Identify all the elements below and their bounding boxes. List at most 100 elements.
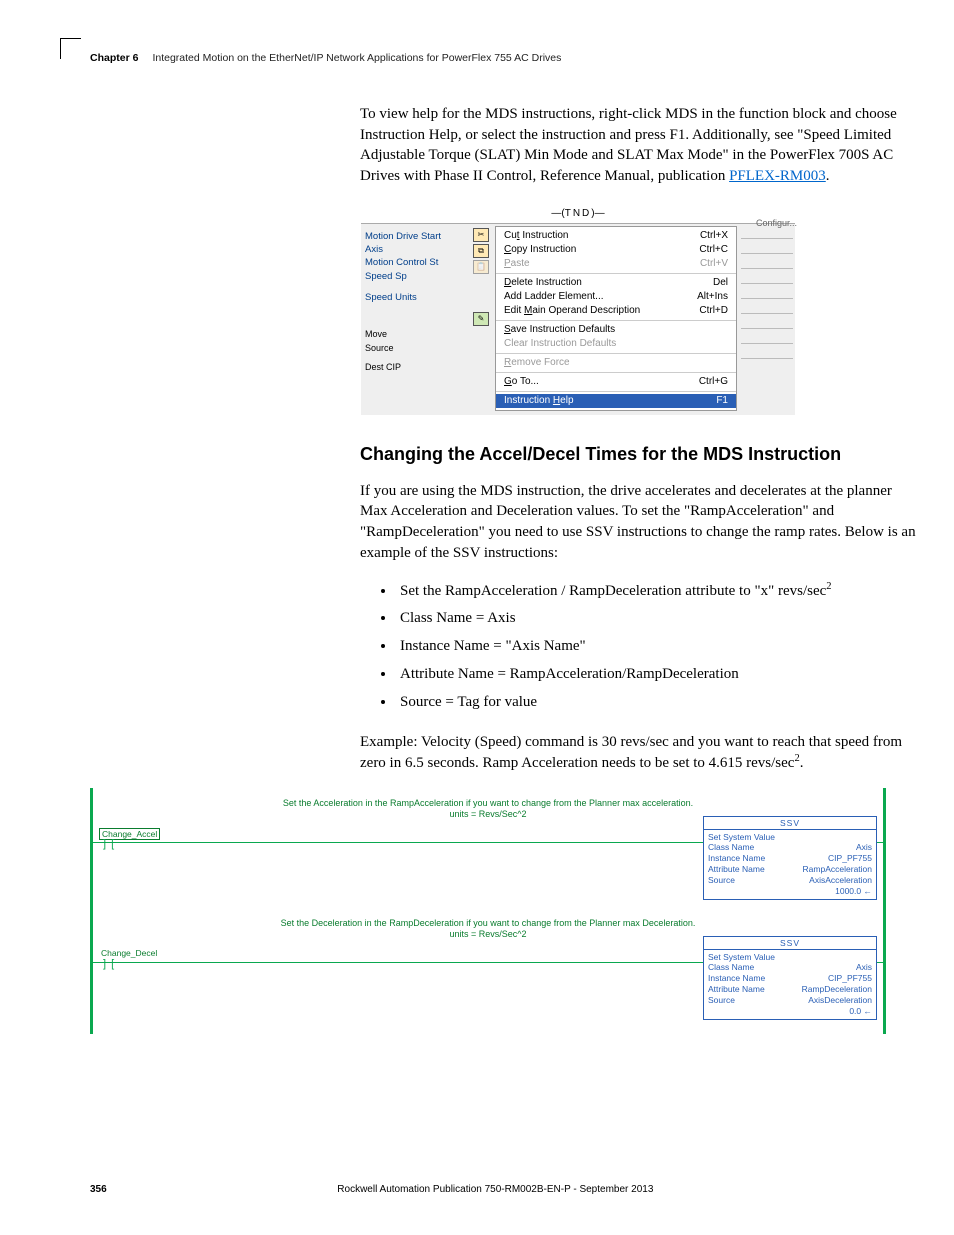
pflex-link[interactable]: PFLEX-RM003 (729, 168, 826, 184)
tnd-left-bracket: —( (551, 208, 564, 219)
ssv-value: CIP_PF755 (828, 853, 872, 864)
ssv-row: Source AxisAcceleration (708, 875, 872, 886)
ssv-row: Source AxisDeceleration (708, 995, 872, 1006)
ssv-value: 1000.0 ← (835, 886, 872, 897)
bullet-2: Class Name = Axis (396, 605, 920, 633)
menu-item[interactable]: Cut Instruction Ctrl+X (496, 229, 736, 243)
ladder-diagram: Set the Acceleration in the RampAccelera… (90, 788, 886, 1034)
menu-item[interactable]: Add Ladder Element... Alt+Ins (496, 290, 736, 304)
menu-item-shortcut: Alt+Ins (697, 291, 728, 302)
rung-decel: Set the Deceleration in the RampDecelera… (93, 912, 883, 1032)
bullet-5: Source = Tag for value (396, 689, 920, 717)
box-source: Source (365, 342, 467, 356)
para-3-pre: Example: Velocity (Speed) command is 30 … (360, 734, 902, 771)
menu-item-shortcut: Ctrl+X (700, 230, 728, 241)
ssv-key: Class Name (708, 842, 754, 853)
bullet-4: Attribute Name = RampAcceleration/RampDe… (396, 661, 920, 689)
bullet-3: Instance Name = "Axis Name" (396, 633, 920, 661)
menu-item-label: Delete Instruction (504, 277, 582, 288)
menu-item[interactable]: Copy InstructionCtrl+C (496, 243, 736, 257)
rung1-contact: ] [ (103, 838, 115, 850)
ssv-row: Attribute NameRampDeceleration (708, 984, 872, 995)
ssv-row: 0.0 ← (708, 1006, 872, 1017)
rung2-ssv-block: SSV Set System ValueClass NameAxisInstan… (703, 936, 877, 1020)
para-3: Example: Velocity (Speed) command is 30 … (360, 732, 920, 773)
menu-item-label: Instruction Help (504, 395, 574, 406)
mds-line-1: Motion Drive Start (365, 230, 467, 243)
section-heading: Changing the Accel/Decel Times for the M… (360, 444, 920, 465)
mds-line-4: Speed Sp (365, 270, 467, 283)
bullet-1-text: Set the RampAcceleration / RampDecelerat… (400, 583, 826, 599)
bullet-1-sup: 2 (826, 581, 831, 592)
menu-item-shortcut: Del (713, 277, 728, 288)
instruction-block-left: Motion Drive Start Axis Motion Control S… (361, 224, 471, 415)
menu-item-shortcut: Ctrl+V (700, 258, 728, 269)
ssv-subtitle: Set System Value (708, 952, 872, 962)
menu-item[interactable]: Delete Instruction Del (496, 276, 736, 290)
right-rails (739, 224, 795, 415)
ssv-value: RampDeceleration (802, 984, 872, 995)
ssv-key: Source (708, 995, 735, 1006)
menu-item-label: Paste (504, 258, 530, 269)
page-footer: 356 Rockwell Automation Publication 750-… (90, 1184, 884, 1195)
intro-post: . (826, 168, 830, 184)
mds-line-5: Speed Units (365, 291, 467, 304)
ssv-key: Instance Name (708, 973, 765, 984)
menu-item-label: Clear Instruction Defaults (504, 338, 616, 349)
menu-item-label: Copy Instruction (504, 244, 576, 255)
ssv-key: Source (708, 875, 735, 886)
menu-item-label: Edit Main Operand Description (504, 305, 640, 316)
ssv-row: Instance Name CIP_PF755 (708, 973, 872, 984)
ssv-subtitle: Set System Value (708, 832, 872, 842)
menu-item-shortcut: Ctrl+G (699, 376, 728, 387)
menu-item-label: Cut Instruction (504, 230, 569, 241)
menu-item[interactable]: Save Instruction Defaults (496, 323, 736, 337)
page-number: 356 (90, 1184, 107, 1195)
mds-line-3: Motion Control St (365, 256, 467, 269)
ssv-key: Class Name (708, 962, 754, 973)
rung1-ssv-title: SSV (704, 817, 876, 830)
paste-icon: 📋 (473, 260, 489, 274)
ssv-row: Instance Name CIP_PF755 (708, 853, 872, 864)
rung-accel: Set the Acceleration in the RampAccelera… (93, 792, 883, 912)
ssv-key: Attribute Name (708, 864, 765, 875)
para-2: If you are using the MDS instruction, th… (360, 481, 920, 564)
chapter-label: Chapter 6 (90, 52, 138, 64)
menu-item[interactable]: Edit Main Operand DescriptionCtrl+D (496, 304, 736, 318)
tnd-row: —(TND)— (361, 202, 795, 224)
context-menu-screenshot: —(TND)— Configur... Motion Drive Start A… (360, 201, 796, 416)
publication-info: Rockwell Automation Publication 750-RM00… (337, 1184, 653, 1195)
menu-item[interactable]: Instruction HelpF1 (496, 394, 736, 408)
para-3-post: . (800, 755, 804, 771)
ssv-value: Axis (856, 962, 872, 973)
ssv-value: AxisDeceleration (808, 995, 872, 1006)
menu-item[interactable]: Go To... Ctrl+G (496, 375, 736, 389)
copy-icon: ⧉ (473, 244, 489, 258)
configure-truncated: Configur... (756, 218, 797, 228)
box-dest: Dest CIP (365, 361, 467, 375)
tnd-label: TND (565, 208, 592, 219)
edit-icon: ✎ (473, 312, 489, 326)
intro-paragraph: To view help for the MDS instructions, r… (360, 104, 920, 187)
menu-item-label: Save Instruction Defaults (504, 324, 615, 335)
ssv-value: AxisAcceleration (809, 875, 872, 886)
rung1-ssv-block: SSV Set System ValueClass NameAxisInstan… (703, 816, 877, 900)
menu-item-label: Go To... (504, 376, 539, 387)
mds-line-2: Axis (365, 243, 467, 256)
rung2-tag: Change_Decel (99, 948, 159, 958)
box-move: Move (365, 328, 467, 342)
context-menu[interactable]: Cut InstructionCtrl+XCopy InstructionCtr… (495, 226, 737, 411)
ssv-key: Instance Name (708, 853, 765, 864)
ssv-value: CIP_PF755 (828, 973, 872, 984)
ssv-row: Class Name Axis (708, 962, 872, 973)
ssv-row: Class NameAxis (708, 842, 872, 853)
ssv-row: Attribute Name RampAcceleration (708, 864, 872, 875)
ssv-value: RampAcceleration (803, 864, 872, 875)
menu-item-label: Remove Force (504, 357, 570, 368)
menu-icon-strip: ✂ ⧉ 📋 ✎ (471, 224, 495, 415)
rung2-contact: ] [ (103, 958, 115, 970)
menu-item-label: Add Ladder Element... (504, 291, 604, 302)
rung2-ssv-title: SSV (704, 937, 876, 950)
bullet-list: Set the RampAcceleration / RampDecelerat… (360, 578, 920, 717)
page-header: Chapter 6 Integrated Motion on the Ether… (90, 52, 884, 64)
